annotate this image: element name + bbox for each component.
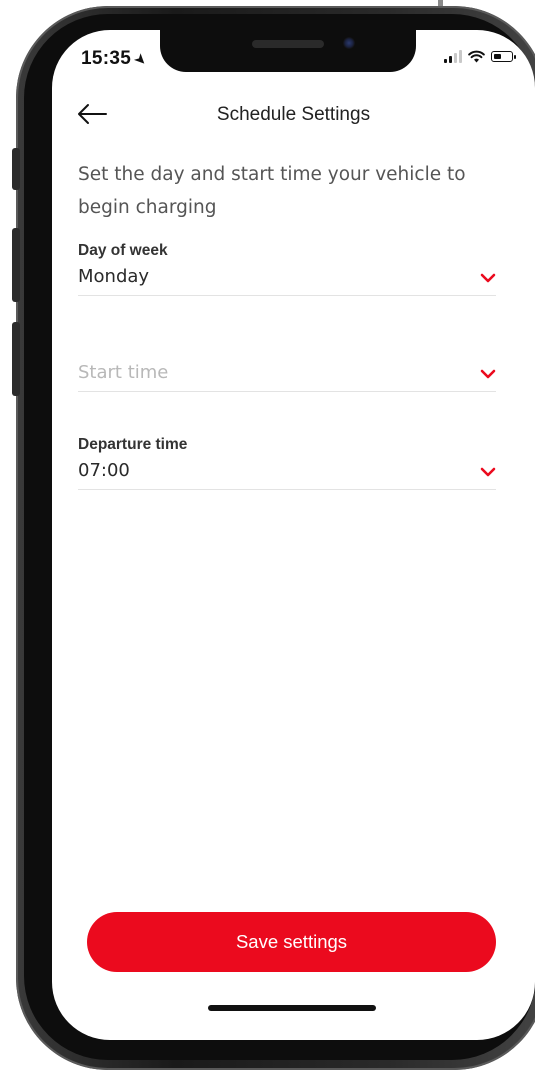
intro-text: Set the day and start time your vehicle … <box>78 164 466 218</box>
chevron-down-icon[interactable] <box>480 467 496 477</box>
home-indicator[interactable] <box>208 1005 376 1011</box>
departure-time-label: Departure time <box>78 436 188 453</box>
notch <box>160 30 416 72</box>
chevron-down-icon[interactable] <box>480 369 496 379</box>
app-header: Schedule Settings <box>52 92 535 144</box>
save-settings-button[interactable]: Save settings <box>87 912 496 972</box>
battery-icon <box>491 51 516 62</box>
day-of-week-value: Monday <box>78 266 150 287</box>
mute-switch <box>12 148 20 190</box>
location-arrow-icon: ➤ <box>131 50 151 69</box>
schedule-form: Set the day and start time your vehicle … <box>78 158 496 490</box>
day-of-week-label: Day of week <box>78 242 168 259</box>
departure-time-field[interactable]: Departure time 07:00 <box>78 436 496 490</box>
start-time-field[interactable]: Start time <box>78 362 496 392</box>
day-of-week-field[interactable]: Day of week Monday <box>78 242 496 296</box>
app-screen: 15:35➤ Schedule Settings Set the day and… <box>52 30 535 1040</box>
status-icons <box>444 50 516 63</box>
volume-down-button <box>12 322 20 396</box>
departure-time-value: 07:00 <box>78 460 130 481</box>
page-title: Schedule Settings <box>216 104 371 125</box>
status-time: 15:35➤ <box>81 48 151 69</box>
speaker-grille <box>252 40 324 48</box>
cellular-signal-icon <box>444 50 462 63</box>
front-camera <box>343 37 355 49</box>
chevron-down-icon[interactable] <box>480 273 496 283</box>
volume-up-button <box>12 228 20 302</box>
battery-level <box>493 53 501 59</box>
wifi-icon <box>468 50 485 63</box>
start-time-placeholder: Start time <box>78 362 169 383</box>
